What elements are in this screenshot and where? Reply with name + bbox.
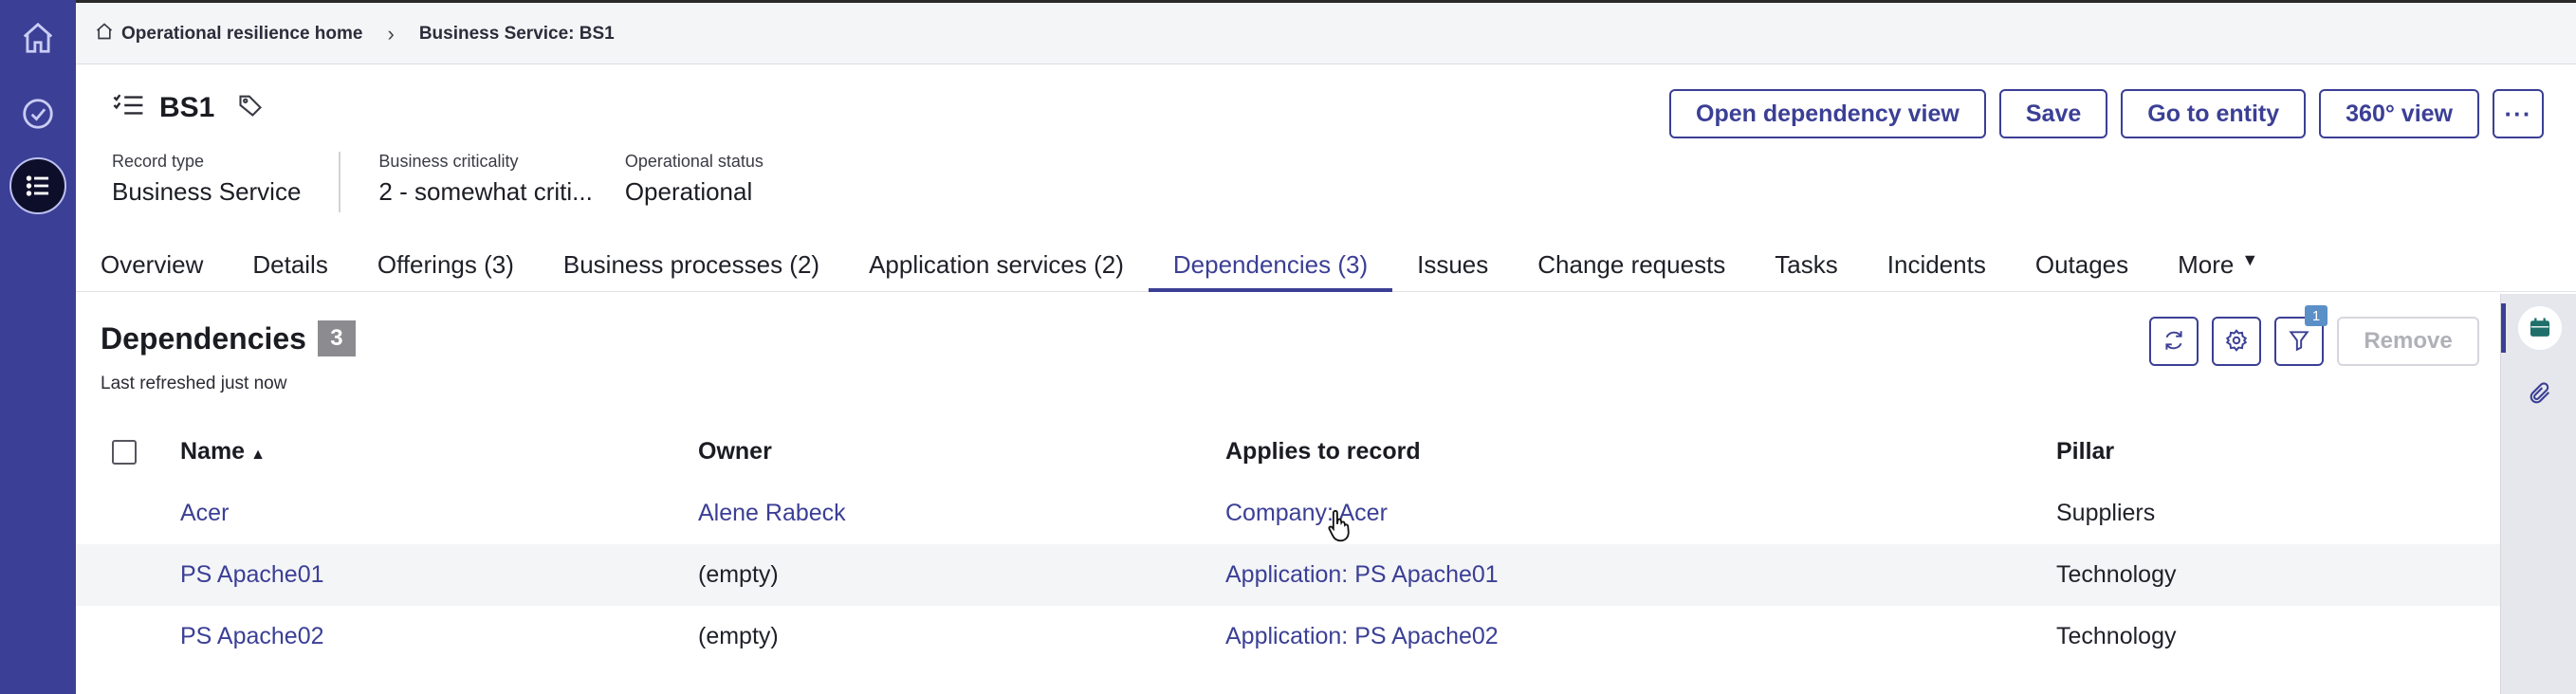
remove-button[interactable]: Remove [2337, 317, 2479, 366]
meta-business-criticality: Business criticality 2 - somewhat criti.… [378, 152, 592, 212]
360-view-button[interactable]: 360° view [2319, 89, 2479, 138]
save-button[interactable]: Save [1998, 89, 2108, 138]
header-actions: Open dependency view Save Go to entity 3… [1669, 89, 2544, 138]
right-side-rail [2500, 294, 2576, 694]
dependencies-table: Name ▲ Owner Applies to record Pillar Ace… [76, 421, 2500, 667]
tab-business-processes[interactable]: Business processes (2) [539, 245, 844, 292]
record-header: BS1 Open dependency view Save Go to enti… [76, 64, 2576, 292]
refresh-button[interactable] [2149, 317, 2199, 366]
row-name-link[interactable]: Acer [180, 500, 698, 527]
dependencies-list: Dependencies 3 Last refreshed just now 1… [76, 294, 2500, 694]
filter-count-badge: 1 [2305, 305, 2328, 326]
tag-icon[interactable] [228, 92, 264, 123]
tab-issues[interactable]: Issues [1392, 245, 1513, 292]
row-owner: (empty) [698, 623, 779, 649]
table-row: PS Apache01 (empty) Application: PS Apac… [76, 544, 2500, 606]
open-dependency-view-button[interactable]: Open dependency view [1669, 89, 1986, 138]
breadcrumb: Operational resilience home › Business S… [95, 3, 615, 64]
row-owner: (empty) [698, 561, 779, 588]
row-applies-link[interactable]: Application: PS Apache01 [1225, 561, 2056, 589]
column-header-pillar[interactable]: Pillar [2056, 438, 2493, 466]
list-title: Dependencies [101, 320, 306, 356]
last-refreshed-text: Last refreshed just now [101, 374, 287, 393]
paperclip-icon[interactable] [2518, 372, 2562, 415]
tab-more-label: More [2178, 250, 2235, 279]
column-header-owner[interactable]: Owner [698, 438, 1225, 466]
row-name-link[interactable]: PS Apache02 [180, 623, 698, 650]
tab-overview[interactable]: Overview [76, 245, 228, 292]
sort-ascending-icon: ▲ [250, 447, 266, 463]
check-circle-icon[interactable] [9, 85, 66, 142]
calendar-icon[interactable] [2518, 306, 2562, 350]
filter-button[interactable]: 1 [2274, 305, 2328, 366]
left-nav-rail [0, 0, 76, 694]
tab-offerings[interactable]: Offerings (3) [353, 245, 539, 292]
row-pillar: Technology [2056, 623, 2177, 649]
row-applies-link[interactable]: Application: PS Apache02 [1225, 623, 2056, 650]
chevron-right-icon: › [387, 21, 395, 46]
gear-icon [2224, 328, 2249, 356]
table-row: Acer Alene Rabeck Company: Acer Supplier… [76, 483, 2500, 544]
checklist-icon [112, 91, 146, 124]
column-header-name[interactable]: Name ▲ [180, 438, 698, 466]
row-owner-link[interactable]: Alene Rabeck [698, 500, 1225, 527]
list-icon[interactable] [9, 157, 66, 214]
meta-label: Record type [112, 152, 205, 171]
table-row: PS Apache02 (empty) Application: PS Apac… [76, 606, 2500, 667]
record-tabs: Overview Details Offerings (3) Business … [76, 245, 2576, 292]
column-header-applies-to-record[interactable]: Applies to record [1225, 438, 2056, 466]
more-actions-button[interactable]: ··· [2493, 89, 2544, 138]
count-badge: 3 [317, 320, 356, 356]
caret-down-icon: ▼ [2241, 250, 2259, 269]
column-name-label: Name [180, 438, 246, 465]
tab-incidents[interactable]: Incidents [1863, 245, 2011, 292]
row-pillar: Technology [2056, 561, 2177, 588]
tab-outages[interactable]: Outages [2011, 245, 2153, 292]
meta-value: Operational [624, 177, 753, 206]
list-toolbar: 1 Remove [2149, 305, 2479, 366]
breadcrumb-current: Business Service: BS1 [418, 23, 615, 44]
record-meta: Record type Business Service Business cr… [112, 152, 839, 212]
tab-change-requests[interactable]: Change requests [1513, 245, 1750, 292]
home-small-icon [95, 22, 114, 46]
hand-cursor-icon [1326, 508, 1352, 542]
page-title: BS1 [159, 91, 215, 123]
meta-record-type: Record type Business Service [112, 152, 341, 212]
select-all-cell [76, 439, 180, 465]
row-pillar: Suppliers [2056, 500, 2156, 526]
row-name-link[interactable]: PS Apache01 [180, 561, 698, 589]
tab-more[interactable]: More ▼ [2153, 245, 2283, 292]
breadcrumb-home[interactable]: Operational resilience home [95, 22, 362, 46]
table-header: Name ▲ Owner Applies to record Pillar [76, 421, 2500, 483]
tab-details[interactable]: Details [228, 245, 352, 292]
settings-button[interactable] [2212, 317, 2261, 366]
go-to-entity-button[interactable]: Go to entity [2121, 89, 2307, 138]
tab-dependencies[interactable]: Dependencies (3) [1148, 245, 1393, 292]
tab-tasks[interactable]: Tasks [1750, 245, 1862, 292]
breadcrumb-home-label: Operational resilience home [121, 23, 363, 44]
select-all-checkbox[interactable] [112, 439, 137, 465]
top-bar: Operational resilience home › Business S… [76, 0, 2576, 64]
tab-application-services[interactable]: Application services (2) [844, 245, 1149, 292]
meta-label: Business criticality [378, 152, 519, 171]
meta-value: 2 - somewhat criti... [378, 177, 593, 206]
filter-icon [2287, 328, 2311, 356]
active-indicator [2501, 303, 2506, 353]
meta-value: Business Service [112, 177, 302, 206]
meta-operational-status: Operational status Operational [625, 152, 801, 212]
meta-label: Operational status [624, 152, 764, 171]
home-icon[interactable] [9, 9, 66, 66]
refresh-icon [2162, 328, 2186, 356]
